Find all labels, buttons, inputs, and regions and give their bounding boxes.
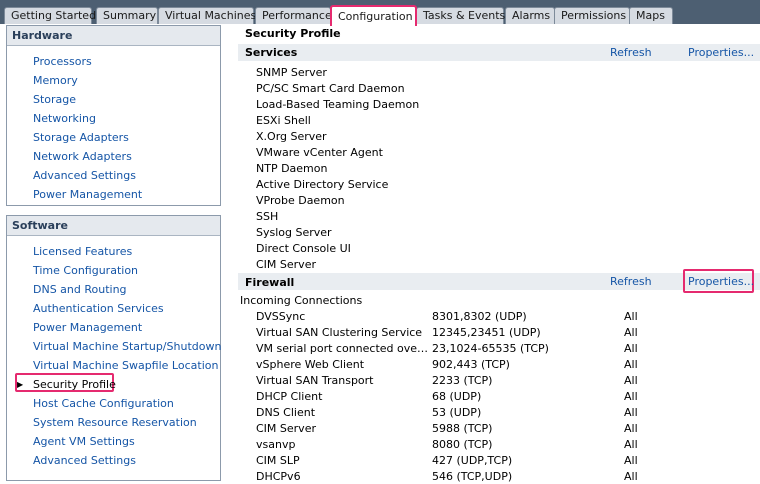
firewall-refresh-link[interactable]: Refresh <box>610 275 652 288</box>
firewall-properties-link[interactable]: Properties... <box>688 275 754 288</box>
page-title: Security Profile <box>245 27 341 40</box>
hardware-panel: Hardware Processors Memory Storage Netwo… <box>6 25 221 206</box>
rule-allowed: All <box>624 310 638 323</box>
rule-name[interactable]: Virtual SAN Transport <box>256 374 432 387</box>
tab-permissions[interactable]: Permissions <box>554 7 630 24</box>
tab-tasks-events[interactable]: Tasks & Events <box>416 7 505 24</box>
rule-name[interactable]: DVSSync <box>256 310 432 323</box>
rule-name[interactable]: CIM SLP <box>256 454 432 467</box>
hw-storage[interactable]: Storage <box>33 93 76 106</box>
tab-alarms[interactable]: Alarms <box>505 7 555 24</box>
hw-processors[interactable]: Processors <box>33 55 92 68</box>
expand-arrow-icon: ▶ <box>17 380 24 389</box>
sw-vm-swapfile-location[interactable]: Virtual Machine Swapfile Location <box>33 359 218 372</box>
hw-power-management[interactable]: Power Management <box>33 188 142 201</box>
sw-time-configuration[interactable]: Time Configuration <box>33 264 138 277</box>
service-item[interactable]: Active Directory Service <box>256 178 388 191</box>
sw-authentication-services[interactable]: Authentication Services <box>33 302 164 315</box>
rule-allowed: All <box>624 374 638 387</box>
rule-allowed: All <box>624 358 638 371</box>
tab-performance[interactable]: Performance <box>255 7 332 24</box>
services-header-bar <box>238 44 760 61</box>
hw-network-adapters[interactable]: Network Adapters <box>33 150 132 163</box>
rule-ports: 2233 (TCP) <box>432 374 493 387</box>
sw-licensed-features[interactable]: Licensed Features <box>33 245 132 258</box>
rule-name[interactable]: vSphere Web Client <box>256 358 432 371</box>
rule-ports: 23,1024-65535 (TCP) <box>432 342 549 355</box>
rule-ports: 12345,23451 (UDP) <box>432 326 541 339</box>
tab-configuration[interactable]: Configuration <box>330 5 417 26</box>
firewall-header-bar <box>238 273 760 290</box>
rule-name[interactable]: Virtual SAN Clustering Service <box>256 326 432 339</box>
rule-name[interactable]: VM serial port connected over ne... <box>256 342 432 355</box>
hw-networking[interactable]: Networking <box>33 112 96 125</box>
hw-memory[interactable]: Memory <box>33 74 78 87</box>
tab-maps[interactable]: Maps <box>629 7 673 24</box>
rule-name[interactable]: DHCP Client <box>256 390 432 403</box>
rule-name[interactable]: vsanvp <box>256 438 432 451</box>
rule-name[interactable]: CIM Server <box>256 422 432 435</box>
tab-virtual-machines[interactable]: Virtual Machines <box>158 7 256 24</box>
rule-name[interactable]: DNS Client <box>256 406 432 419</box>
rule-allowed: All <box>624 390 638 403</box>
sw-host-cache-configuration[interactable]: Host Cache Configuration <box>33 397 174 410</box>
rule-ports: 68 (UDP) <box>432 390 482 403</box>
rule-allowed: All <box>624 470 638 483</box>
service-item[interactable]: VMware vCenter Agent <box>256 146 383 159</box>
hw-storage-adapters[interactable]: Storage Adapters <box>33 131 129 144</box>
incoming-connections-label: Incoming Connections <box>240 294 363 307</box>
service-item[interactable]: PC/SC Smart Card Daemon <box>256 82 405 95</box>
service-item[interactable]: SSH <box>256 210 278 223</box>
hw-advanced-settings[interactable]: Advanced Settings <box>33 169 136 182</box>
hardware-header: Hardware <box>7 26 220 46</box>
sw-power-management[interactable]: Power Management <box>33 321 142 334</box>
software-panel: Software Licensed Features Time Configur… <box>6 215 221 481</box>
service-item[interactable]: CIM Server <box>256 258 316 271</box>
rule-ports: 53 (UDP) <box>432 406 482 419</box>
rule-allowed: All <box>624 406 638 419</box>
rule-ports: 8301,8302 (UDP) <box>432 310 527 323</box>
sw-vm-startup-shutdown[interactable]: Virtual Machine Startup/Shutdown <box>33 340 221 353</box>
services-title: Services <box>245 46 298 59</box>
service-item[interactable]: VProbe Daemon <box>256 194 345 207</box>
sw-system-resource-reservation[interactable]: System Resource Reservation <box>33 416 197 429</box>
service-item[interactable]: ESXi Shell <box>256 114 311 127</box>
service-item[interactable]: Syslog Server <box>256 226 332 239</box>
software-header: Software <box>7 216 220 236</box>
service-item[interactable]: SNMP Server <box>256 66 327 79</box>
services-properties-link[interactable]: Properties... <box>688 46 754 59</box>
sw-security-profile[interactable]: Security Profile <box>33 378 116 391</box>
tab-summary[interactable]: Summary <box>96 7 158 24</box>
rule-ports: 427 (UDP,TCP) <box>432 454 513 467</box>
tab-bar: Getting Started Summary Virtual Machines… <box>0 0 760 26</box>
rule-allowed: All <box>624 454 638 467</box>
sw-dns-routing[interactable]: DNS and Routing <box>33 283 127 296</box>
rule-ports: 5988 (TCP) <box>432 422 493 435</box>
rule-allowed: All <box>624 326 638 339</box>
rule-allowed: All <box>624 422 638 435</box>
service-item[interactable]: Load-Based Teaming Daemon <box>256 98 419 111</box>
sw-agent-vm-settings[interactable]: Agent VM Settings <box>33 435 135 448</box>
services-refresh-link[interactable]: Refresh <box>610 46 652 59</box>
rule-name[interactable]: DHCPv6 <box>256 470 432 483</box>
service-item[interactable]: NTP Daemon <box>256 162 327 175</box>
service-item[interactable]: X.Org Server <box>256 130 327 143</box>
firewall-title: Firewall <box>245 276 295 289</box>
rule-ports: 902,443 (TCP) <box>432 358 510 371</box>
sw-advanced-settings[interactable]: Advanced Settings <box>33 454 136 467</box>
content-area: Security Profile Services Refresh Proper… <box>232 26 760 484</box>
tab-getting-started[interactable]: Getting Started <box>4 7 96 24</box>
rule-allowed: All <box>624 342 638 355</box>
rule-ports: 8080 (TCP) <box>432 438 493 451</box>
rule-allowed: All <box>624 438 638 451</box>
rule-ports: 546 (TCP,UDP) <box>432 470 513 483</box>
service-item[interactable]: Direct Console UI <box>256 242 351 255</box>
